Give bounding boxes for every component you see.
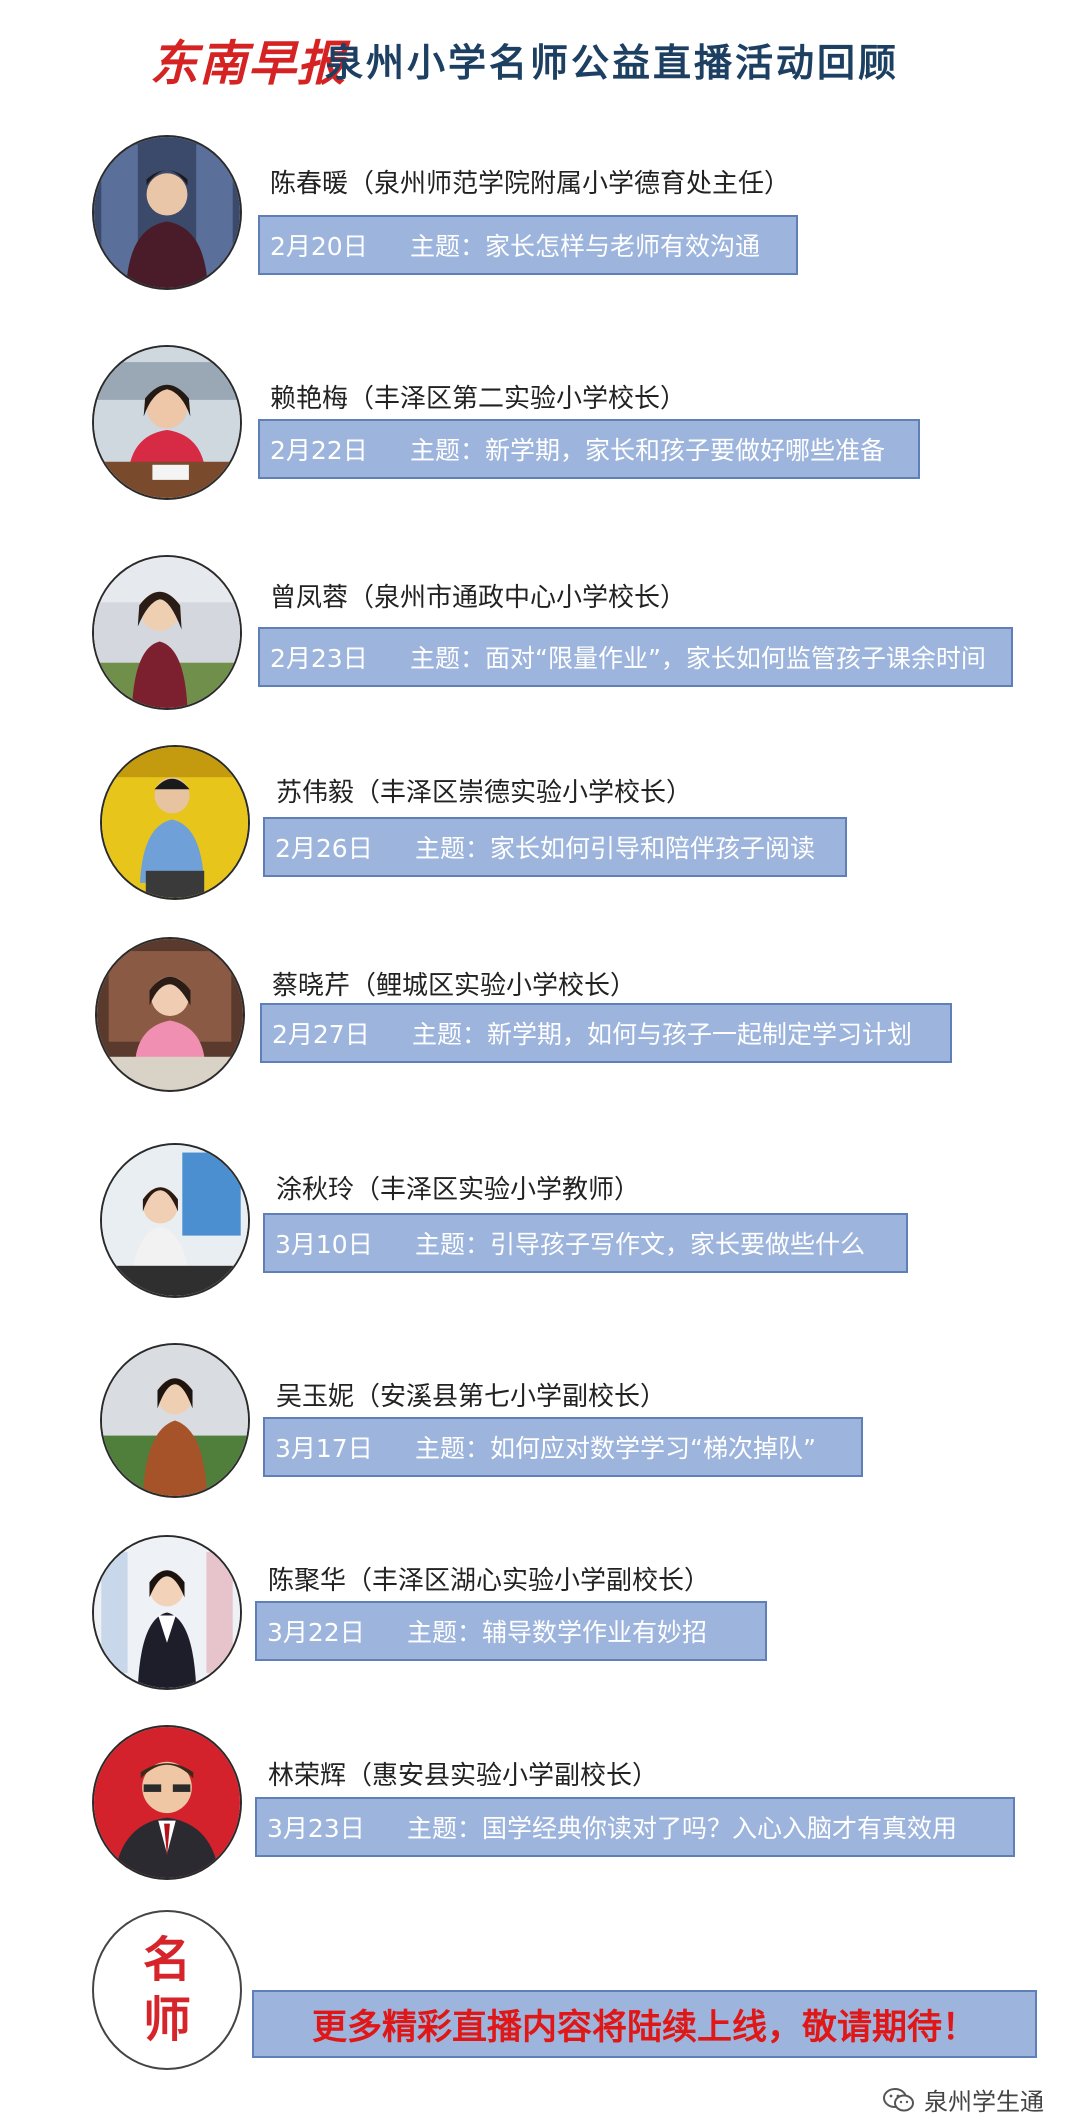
teacher-entry: 苏伟毅（丰泽区崇德实验小学校长） 2月26日 主题：家长如何引导和陪伴孩子阅读 xyxy=(0,745,1080,905)
teacher-entry: 曾凤蓉（泉州市通政中心小学校长） 2月23日 主题：面对“限量作业”，家长如何监… xyxy=(0,555,1080,715)
teacher-name: 陈聚华（丰泽区湖心实验小学副校长） xyxy=(268,1566,711,1596)
session-topic: 主题：如何应对数学学习“梯次掉队” xyxy=(415,1434,816,1463)
teacher-name: 涂秋玲（丰泽区实验小学教师） xyxy=(276,1175,641,1205)
brand-logo: 东南早报 xyxy=(150,36,347,92)
session-topic: 主题：面对“限量作业”，家长如何监管孩子课余时间 xyxy=(410,644,986,673)
teacher-name: 陈春暖（泉州师范学院附属小学德育处主任） xyxy=(270,169,791,199)
topic-box: 2月20日 主题：家长怎样与老师有效沟通 xyxy=(258,215,798,275)
session-topic: 主题：引导孩子写作文，家长要做些什么 xyxy=(415,1230,866,1259)
watermark: 泉州学生通 xyxy=(882,2082,1044,2117)
teacher-photo xyxy=(92,555,242,710)
teacher-photo xyxy=(92,1725,242,1880)
wechat-icon xyxy=(883,2087,914,2111)
watermark-text: 泉州学生通 xyxy=(924,2088,1044,2116)
teacher-entry: 蔡晓芹（鲤城区实验小学校长） 2月27日 主题：新学期，如何与孩子一起制定学习计… xyxy=(0,937,1080,1097)
topic-box: 3月17日 主题：如何应对数学学习“梯次掉队” xyxy=(263,1417,863,1477)
teacher-entry: 陈春暖（泉州师范学院附属小学德育处主任） 2月20日 主题：家长怎样与老师有效沟… xyxy=(0,135,1080,295)
topic-box: 2月22日 主题：新学期，家长和孩子要做好哪些准备 xyxy=(258,419,920,479)
teacher-photo xyxy=(92,135,242,290)
teacher-photo xyxy=(95,937,245,1092)
session-topic: 主题：辅导数学作业有妙招 xyxy=(407,1618,708,1647)
session-topic: 主题：国学经典你读对了吗？入心入脑才有真效用 xyxy=(407,1814,958,1843)
teacher-name: 蔡晓芹（鲤城区实验小学校长） xyxy=(272,971,637,1001)
badge-char: 师 xyxy=(142,1992,191,2048)
teacher-photo xyxy=(100,745,250,900)
topic-box: 3月10日 主题：引导孩子写作文，家长要做些什么 xyxy=(263,1213,908,1273)
teacher-name: 赖艳梅（丰泽区第二实验小学校长） xyxy=(270,384,687,414)
topic-box: 3月22日 主题：辅导数学作业有妙招 xyxy=(255,1601,767,1661)
teacher-photo xyxy=(100,1343,250,1498)
teacher-name: 苏伟毅（丰泽区崇德实验小学校长） xyxy=(276,778,693,808)
famous-teacher-badge: 名 师 xyxy=(92,1910,242,2070)
session-date: 2月20日 xyxy=(270,232,368,261)
teacher-entry: 林荣辉（惠安县实验小学副校长） 3月23日 主题：国学经典你读对了吗？入心入脑才… xyxy=(0,1725,1080,1885)
topic-box: 2月27日 主题：新学期，如何与孩子一起制定学习计划 xyxy=(260,1003,952,1063)
teacher-photo xyxy=(92,345,242,500)
page-title: 泉州小学名师公益直播活动回顾 xyxy=(325,41,900,85)
session-date: 2月23日 xyxy=(270,644,368,673)
session-date: 3月10日 xyxy=(275,1230,373,1259)
topic-box: 2月23日 主题：面对“限量作业”，家长如何监管孩子课余时间 xyxy=(258,627,1013,687)
teacher-photo xyxy=(92,1535,242,1690)
session-topic: 主题：家长怎样与老师有效沟通 xyxy=(410,232,761,261)
coming-soon-banner: 更多精彩直播内容将陆续上线，敬请期待！ xyxy=(252,1990,1037,2058)
session-topic: 主题：新学期，家长和孩子要做好哪些准备 xyxy=(410,436,886,465)
teacher-entry: 陈聚华（丰泽区湖心实验小学副校长） 3月22日 主题：辅导数学作业有妙招 xyxy=(0,1535,1080,1695)
teacher-entry: 涂秋玲（丰泽区实验小学教师） 3月10日 主题：引导孩子写作文，家长要做些什么 xyxy=(0,1143,1080,1303)
teacher-entry: 吴玉妮（安溪县第七小学副校长） 3月17日 主题：如何应对数学学习“梯次掉队” xyxy=(0,1343,1080,1503)
teacher-photo xyxy=(100,1143,250,1298)
session-date: 3月17日 xyxy=(275,1434,373,1463)
badge-char: 名 xyxy=(142,1932,191,1988)
teacher-name: 曾凤蓉（泉州市通政中心小学校长） xyxy=(270,583,687,613)
session-topic: 主题：家长如何引导和陪伴孩子阅读 xyxy=(415,834,816,863)
session-date: 3月22日 xyxy=(267,1618,365,1647)
session-date: 2月26日 xyxy=(275,834,373,863)
teacher-entry: 赖艳梅（丰泽区第二实验小学校长） 2月22日 主题：新学期，家长和孩子要做好哪些… xyxy=(0,345,1080,505)
teacher-name: 林荣辉（惠安县实验小学副校长） xyxy=(268,1761,659,1791)
session-topic: 主题：新学期，如何与孩子一起制定学习计划 xyxy=(412,1020,913,1049)
teacher-name: 吴玉妮（安溪县第七小学副校长） xyxy=(276,1382,667,1412)
session-date: 3月23日 xyxy=(267,1814,365,1843)
session-date: 2月22日 xyxy=(270,436,368,465)
header: 东南早报 泉州小学名师公益直播活动回顾 xyxy=(0,18,1080,92)
topic-box: 3月23日 主题：国学经典你读对了吗？入心入脑才有真效用 xyxy=(255,1797,1015,1857)
topic-box: 2月26日 主题：家长如何引导和陪伴孩子阅读 xyxy=(263,817,847,877)
session-date: 2月27日 xyxy=(272,1020,370,1049)
